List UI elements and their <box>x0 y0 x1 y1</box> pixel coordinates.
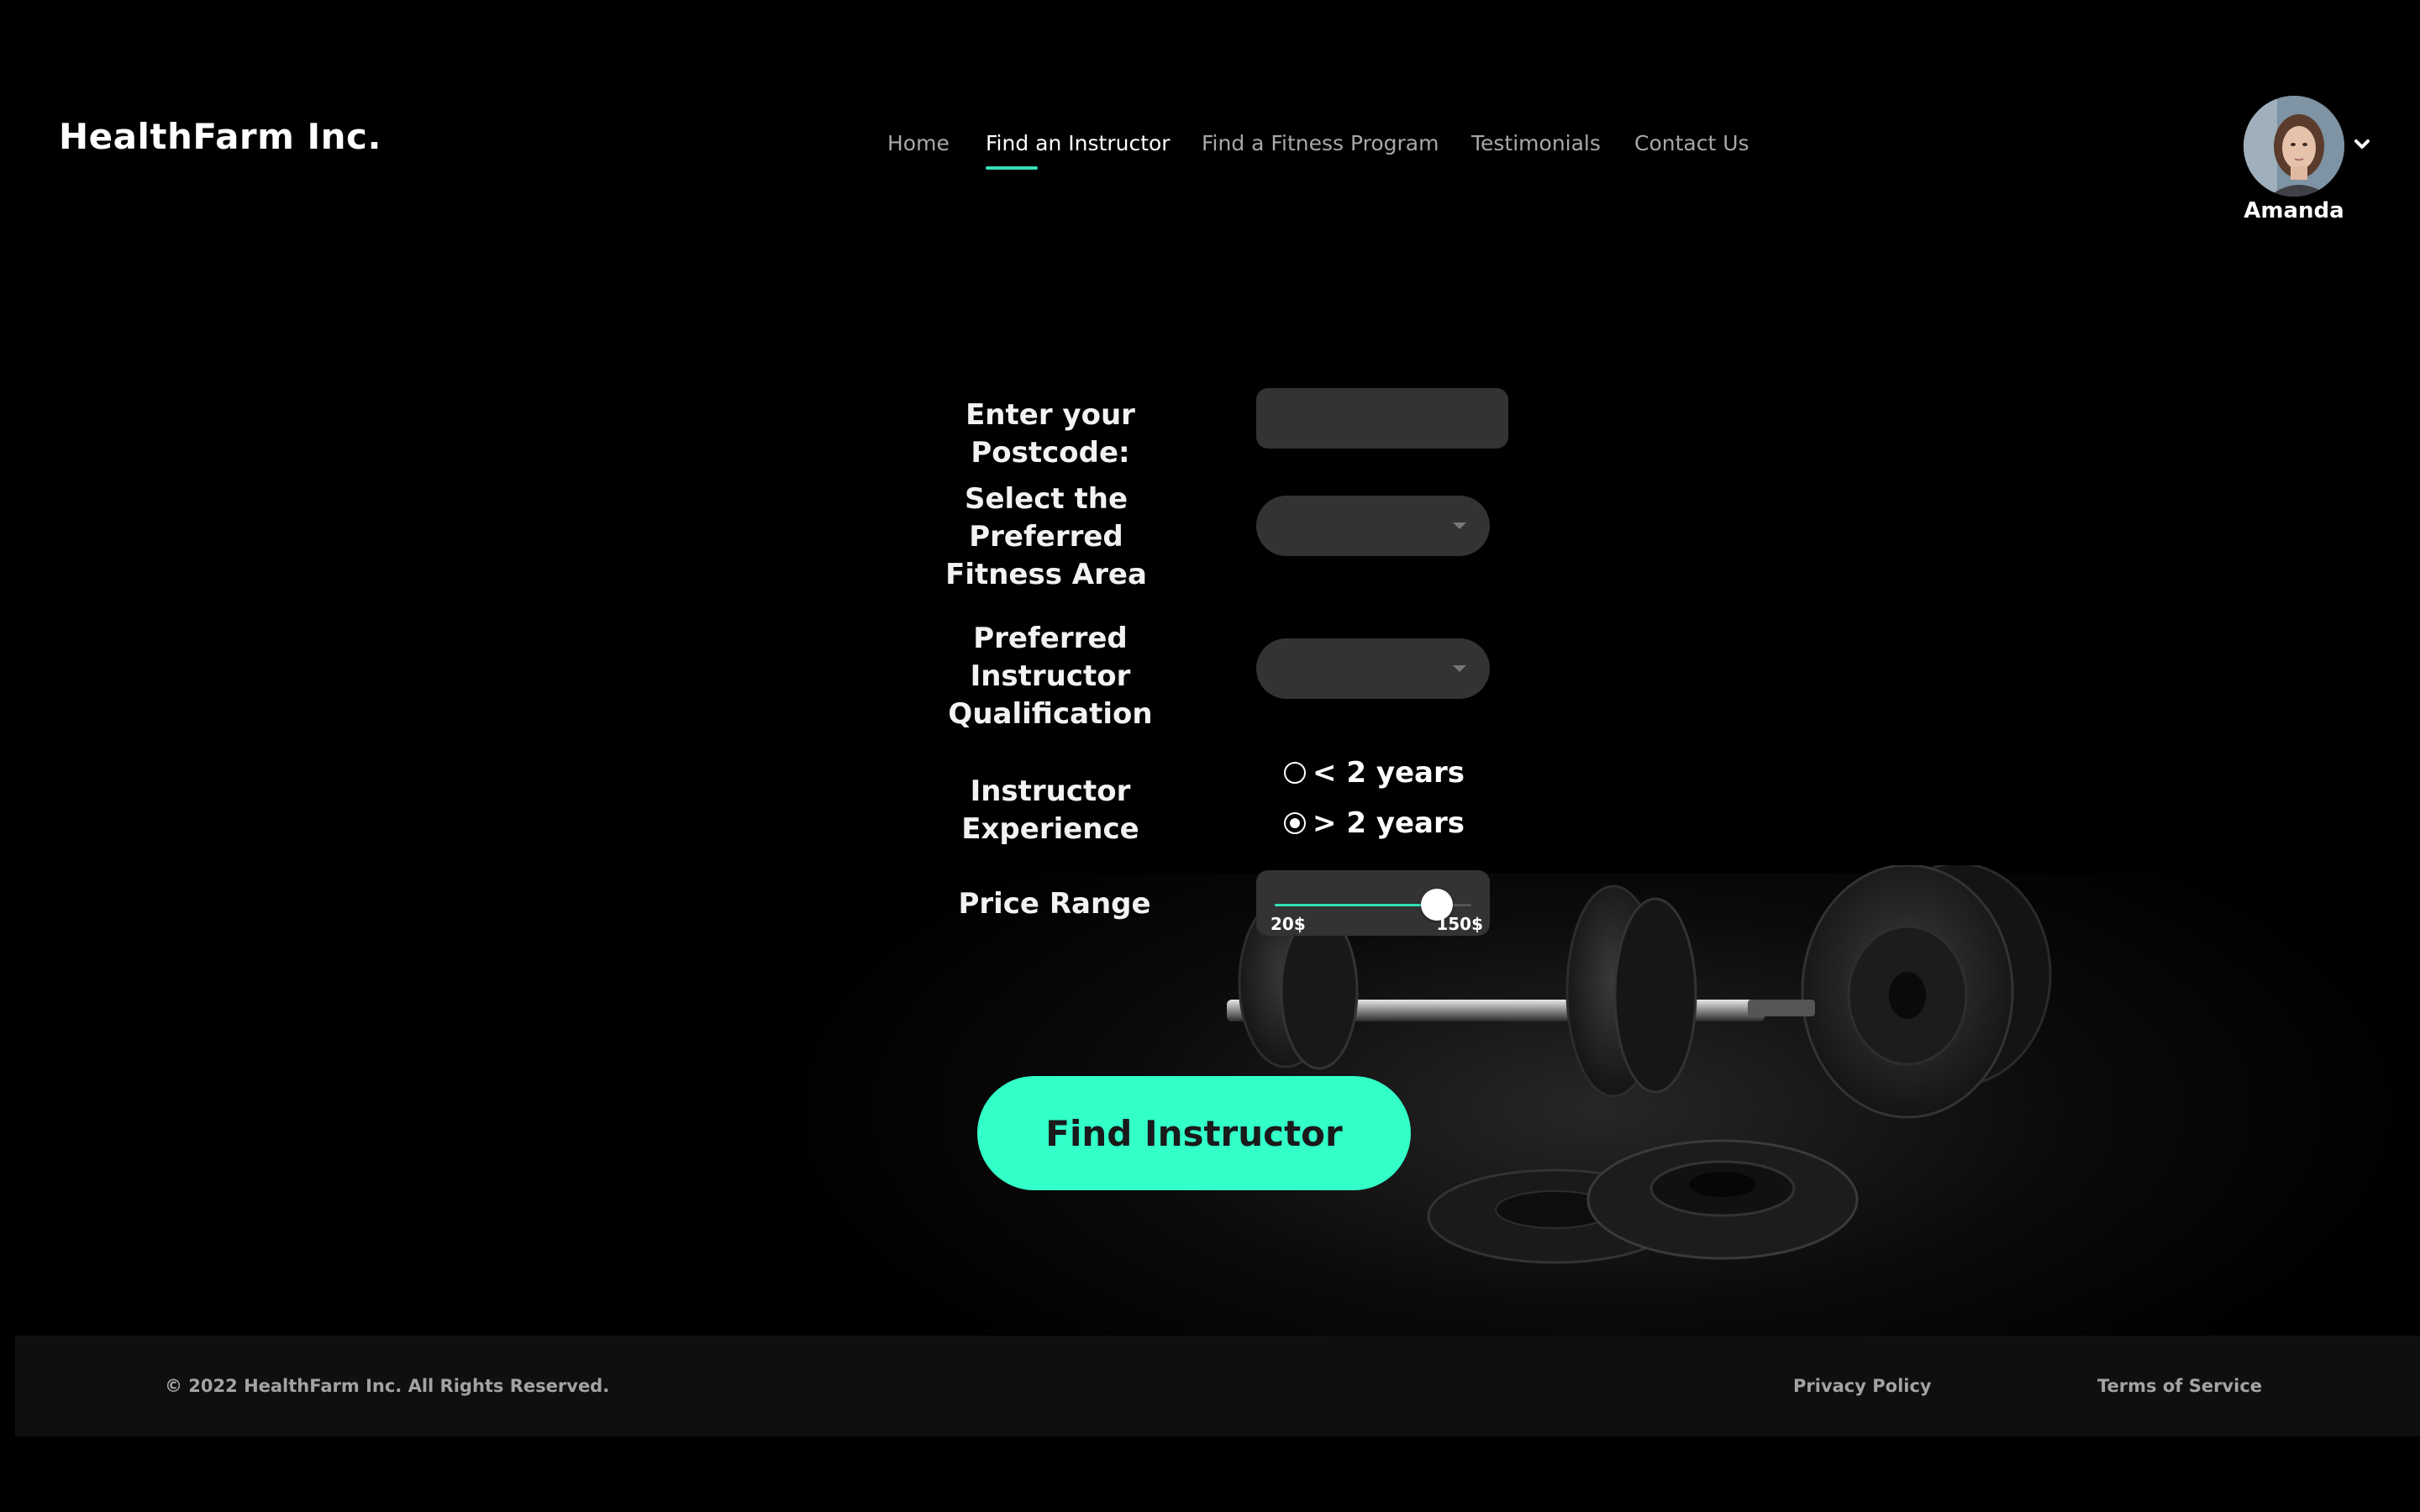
dropdown-arrow-icon <box>1453 522 1466 529</box>
slider-max-label: 150$ <box>1436 914 1483 934</box>
chevron-down-icon[interactable] <box>2354 136 2370 153</box>
nav-home[interactable]: Home <box>887 131 950 155</box>
experience-option-label: > 2 years <box>1313 806 1465 840</box>
postcode-input[interactable] <box>1256 388 1508 449</box>
qualification-label: Preferred Instructor Qualification <box>891 620 1210 733</box>
fitness-area-select[interactable] <box>1256 496 1490 556</box>
nav-find-fitness-program[interactable]: Find a Fitness Program <box>1202 131 1439 155</box>
experience-option-label: < 2 years <box>1313 756 1465 790</box>
experience-label: Instructor Experience <box>961 774 1139 846</box>
qualification-label-line2: Qualification <box>948 697 1153 731</box>
avatar-portrait <box>2244 96 2344 197</box>
slider-fill <box>1275 904 1437 906</box>
main-nav: Home Find an Instructor Find a Fitness P… <box>0 131 2420 181</box>
terms-of-service-link[interactable]: Terms of Service <box>2097 1376 2262 1396</box>
nav-testimonials[interactable]: Testimonials <box>1471 131 1601 155</box>
slider-min-label: 20$ <box>1270 914 1306 934</box>
privacy-policy-link[interactable]: Privacy Policy <box>1793 1376 1932 1396</box>
copyright-text: © 2022 HealthFarm Inc. All Rights Reserv… <box>165 1376 610 1396</box>
nav-contact-us[interactable]: Contact Us <box>1634 131 1749 155</box>
find-instructor-button[interactable]: Find Instructor <box>977 1076 1411 1190</box>
fitness-area-label-line1: Select the Preferred <box>964 482 1128 554</box>
radio-button[interactable] <box>1284 762 1306 784</box>
user-menu[interactable]: Amanda <box>2242 94 2376 228</box>
price-range-label: Price Range <box>958 887 1151 921</box>
postcode-label: Enter your Postcode: <box>965 398 1135 470</box>
fitness-area-label: Select the Preferred Fitness Area <box>891 480 1202 594</box>
nav-find-instructor[interactable]: Find an Instructor <box>986 131 1171 155</box>
footer: © 2022 HealthFarm Inc. All Rights Reserv… <box>15 1336 2420 1436</box>
page: HealthFarm Inc. Home Find an Instructor … <box>0 0 2420 1512</box>
dropdown-arrow-icon <box>1453 665 1466 672</box>
active-nav-indicator <box>986 166 1038 170</box>
experience-option-less-2[interactable]: < 2 years <box>1284 753 1465 793</box>
radio-button[interactable] <box>1284 812 1306 834</box>
fitness-area-label-line2: Fitness Area <box>945 558 1147 591</box>
qualification-select[interactable] <box>1256 638 1490 699</box>
avatar[interactable] <box>2244 96 2344 197</box>
price-range-slider[interactable]: 20$ 150$ <box>1256 870 1490 936</box>
user-name: Amanda <box>2244 198 2344 223</box>
experience-option-more-2[interactable]: > 2 years <box>1284 803 1465 843</box>
qualification-label-line1: Preferred Instructor <box>970 622 1131 693</box>
